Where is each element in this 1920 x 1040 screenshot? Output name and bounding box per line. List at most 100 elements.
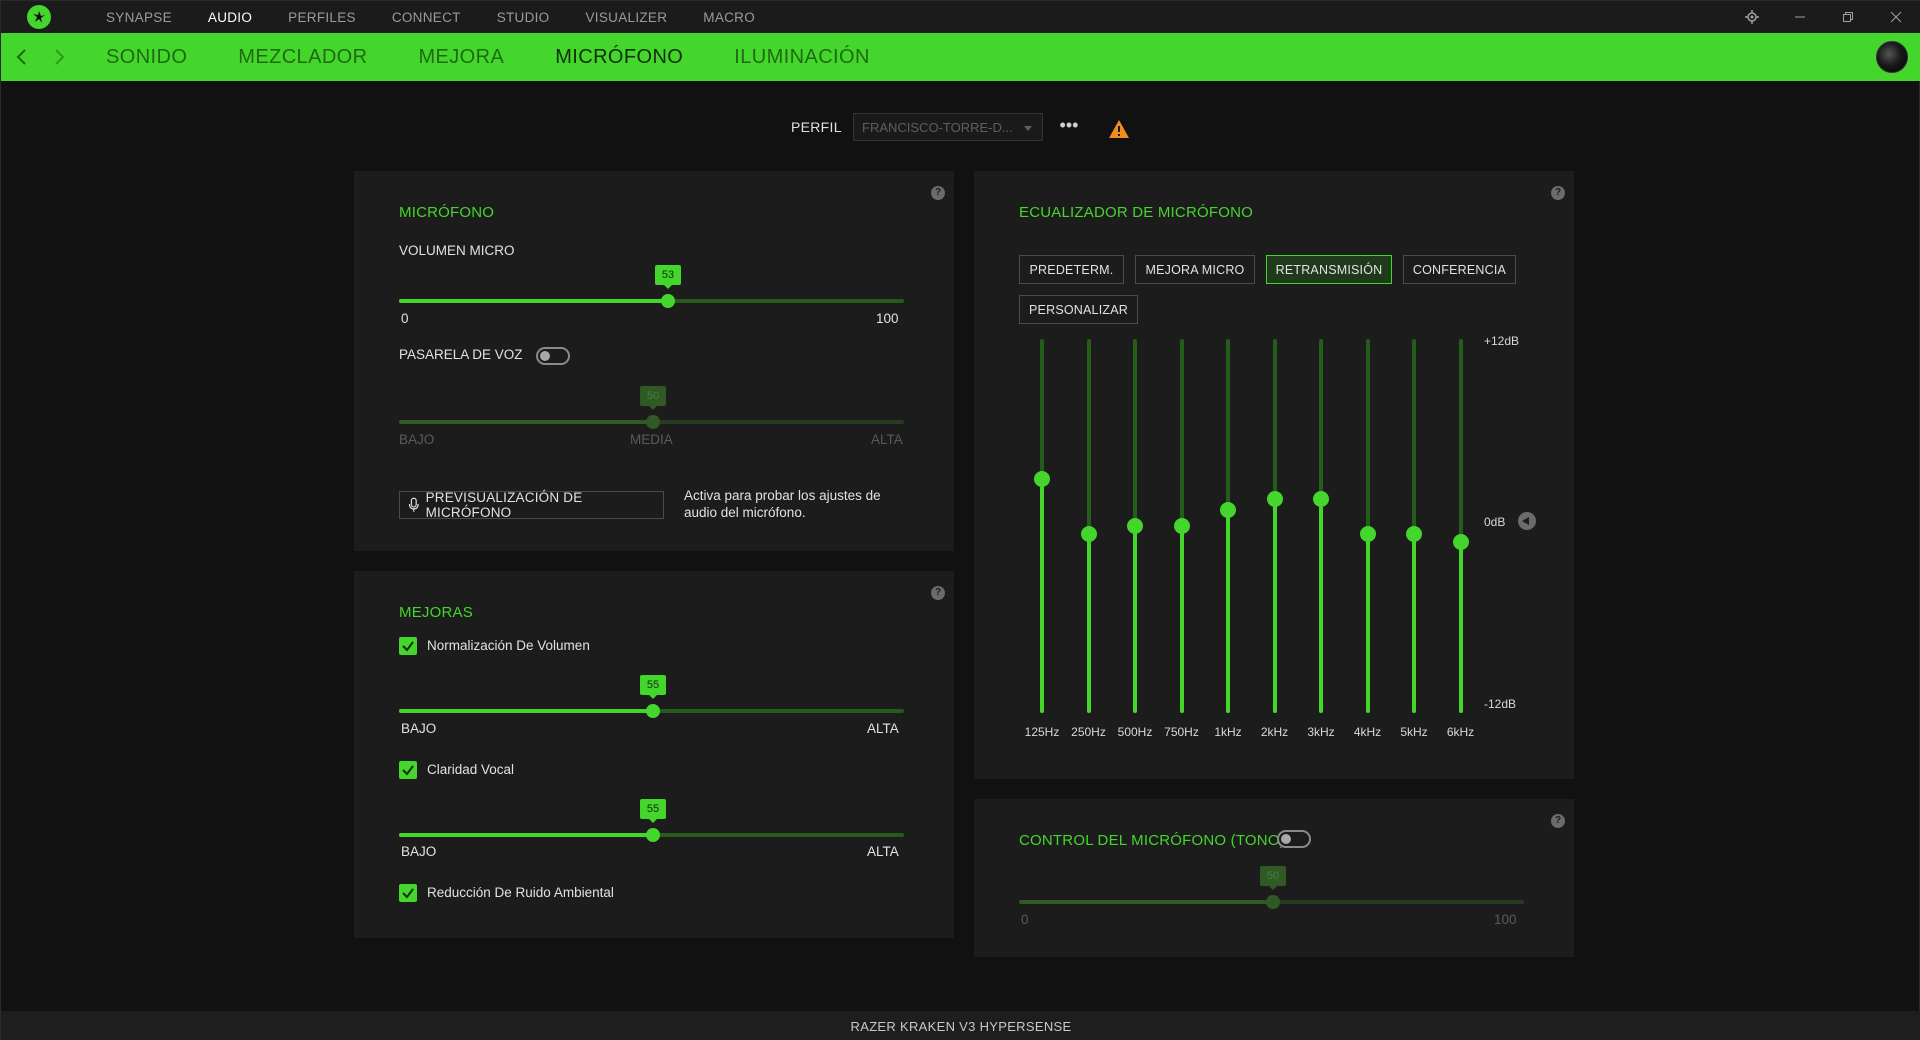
normalization-low: BAJO xyxy=(401,721,437,736)
eq-reset-icon[interactable] xyxy=(1518,512,1536,530)
eq-band-thumb[interactable] xyxy=(1266,490,1283,507)
eq-band-fill xyxy=(1226,510,1230,713)
mic-volume-thumb[interactable] xyxy=(661,294,675,308)
top-nav-connect[interactable]: CONNECT xyxy=(392,10,461,25)
synapse-window: SYNAPSE AUDIO PERFILES CONNECT STUDIO VI… xyxy=(0,0,1920,1040)
vocal-clarity-fill xyxy=(399,833,652,837)
help-icon[interactable]: ? xyxy=(1551,814,1565,828)
back-arrow-icon[interactable] xyxy=(10,45,34,69)
help-icon[interactable]: ? xyxy=(1551,186,1565,200)
status-bar: RAZER KRAKEN V3 HYPERSENSE xyxy=(1,1011,1920,1040)
mic-volume-max: 100 xyxy=(876,311,899,326)
normalization-checkbox[interactable] xyxy=(399,637,417,655)
settings-gear-icon[interactable] xyxy=(1729,1,1775,33)
top-nav-visualizer[interactable]: VISUALIZER xyxy=(586,10,668,25)
profile-label: PERFIL xyxy=(791,119,842,135)
sub-nav: SONIDO MEZCLADOR MEJORA MICRÓFONO ILUMIN… xyxy=(106,33,921,81)
eq-band-slider[interactable] xyxy=(1319,339,1323,713)
mic-preview-hint-line2: audio del micrófono. xyxy=(684,505,806,520)
eq-band-slider[interactable] xyxy=(1226,339,1230,713)
vocal-clarity-value: 55 xyxy=(640,799,666,823)
sidetone-min: 0 xyxy=(1021,912,1029,927)
normalization-fill xyxy=(399,709,652,713)
sidetone-toggle[interactable] xyxy=(1277,830,1311,848)
tab-mejora[interactable]: MEJORA xyxy=(418,46,504,69)
eq-band-label: 2kHz xyxy=(1260,725,1289,739)
eq-band-thumb[interactable] xyxy=(1127,518,1143,534)
top-nav-audio[interactable]: AUDIO xyxy=(208,10,252,25)
normalization-high: ALTA xyxy=(867,721,899,736)
mic-volume-fill xyxy=(399,299,667,303)
eq-band-fill xyxy=(1040,479,1044,713)
eq-band-label: 5kHz xyxy=(1400,725,1428,739)
eq-band-thumb[interactable] xyxy=(1452,533,1469,550)
noise-reduction-checkbox[interactable] xyxy=(399,884,417,902)
preset-streaming-button[interactable]: RETRANSMISIÓN xyxy=(1266,255,1392,284)
forward-arrow-icon[interactable] xyxy=(47,45,71,69)
help-icon[interactable]: ? xyxy=(931,586,945,600)
preset-mic-enhance-button[interactable]: MEJORA MICRO xyxy=(1135,255,1255,284)
eq-band-thumb[interactable] xyxy=(1080,525,1097,542)
voice-gate-fill xyxy=(399,420,652,424)
eq-band-label: 125Hz xyxy=(1024,725,1060,739)
voice-gate-value: 50 xyxy=(640,386,666,410)
eq-band-slider[interactable] xyxy=(1272,339,1277,713)
top-nav-studio[interactable]: STUDIO xyxy=(497,10,550,25)
tab-iluminacion[interactable]: ILUMINACIÓN xyxy=(734,46,870,69)
eq-band-thumb[interactable] xyxy=(1406,525,1422,542)
restore-icon[interactable] xyxy=(1825,1,1871,33)
title-bar: SYNAPSE AUDIO PERFILES CONNECT STUDIO VI… xyxy=(1,1,1920,33)
noise-reduction-label: Reducción De Ruido Ambiental xyxy=(427,885,614,900)
warning-icon[interactable] xyxy=(1108,119,1130,139)
eq-band-thumb[interactable] xyxy=(1359,525,1376,542)
eq-band-thumb[interactable] xyxy=(1220,502,1236,519)
normalization-value: 55 xyxy=(640,675,666,699)
eq-band-label: 750Hz xyxy=(1164,725,1199,739)
user-avatar[interactable] xyxy=(1876,41,1908,73)
tab-microfono[interactable]: MICRÓFONO xyxy=(555,46,683,69)
mic-preview-button[interactable]: PREVISUALIZACIÓN DE MICRÓFONO xyxy=(399,490,664,520)
vocal-clarity-low: BAJO xyxy=(401,844,437,859)
normalization-thumb[interactable] xyxy=(646,704,660,718)
equalizer-title: ECUALIZADOR DE MICRÓFONO xyxy=(1019,204,1253,221)
top-nav-perfiles[interactable]: PERFILES xyxy=(288,10,356,25)
preset-default-button[interactable]: PREDETERM. xyxy=(1019,255,1124,284)
eq-band-label: 500Hz xyxy=(1117,725,1153,739)
close-icon[interactable] xyxy=(1873,1,1919,33)
voice-gate-thumb[interactable] xyxy=(646,415,660,429)
profile-dropdown[interactable]: FRANCISCO-TORRE-D... xyxy=(853,113,1043,141)
eq-band-thumb[interactable] xyxy=(1313,490,1329,507)
enhancements-title: MEJORAS xyxy=(399,604,473,621)
profile-selected-value: FRANCISCO-TORRE-D... xyxy=(862,120,1013,135)
tab-mezclador[interactable]: MEZCLADOR xyxy=(238,46,367,69)
top-nav-synapse[interactable]: SYNAPSE xyxy=(106,10,172,25)
eq-band-label: 250Hz xyxy=(1071,725,1106,739)
eq-band-thumb[interactable] xyxy=(1173,518,1190,534)
mic-volume-value: 53 xyxy=(655,265,681,289)
tab-sonido[interactable]: SONIDO xyxy=(106,46,187,69)
enhancements-panel: ? MEJORAS Normalización De Volumen 55 BA… xyxy=(354,571,954,938)
mic-volume-slider[interactable] xyxy=(399,299,904,303)
top-nav-macro[interactable]: MACRO xyxy=(703,10,755,25)
eq-band-fill xyxy=(1086,533,1091,713)
eq-band-slider[interactable] xyxy=(1040,339,1044,713)
eq-band-slider[interactable] xyxy=(1458,339,1463,713)
eq-band-thumb[interactable] xyxy=(1034,471,1050,488)
voice-gate-toggle[interactable] xyxy=(536,347,570,365)
minimize-icon[interactable] xyxy=(1777,1,1823,33)
top-nav: SYNAPSE AUDIO PERFILES CONNECT STUDIO VI… xyxy=(106,1,791,33)
mic-volume-min: 0 xyxy=(401,311,409,326)
mic-preview-hint-line1: Activa para probar los ajustes de xyxy=(684,488,881,503)
vocal-clarity-checkbox[interactable] xyxy=(399,761,417,779)
sidetone-fill xyxy=(1019,900,1272,904)
chevron-down-icon xyxy=(1024,126,1032,131)
more-options-icon[interactable]: ••• xyxy=(1059,114,1079,140)
sidetone-thumb[interactable] xyxy=(1266,895,1280,909)
vocal-clarity-label: Claridad Vocal xyxy=(427,762,515,777)
eq-db-bottom: -12dB xyxy=(1484,697,1517,711)
preset-conference-button[interactable]: CONFERENCIA xyxy=(1403,255,1516,284)
vocal-clarity-thumb[interactable] xyxy=(646,828,660,842)
help-icon[interactable]: ? xyxy=(931,186,945,200)
eq-band-fill xyxy=(1272,498,1277,713)
preset-custom-button[interactable]: PERSONALIZAR xyxy=(1019,295,1138,324)
